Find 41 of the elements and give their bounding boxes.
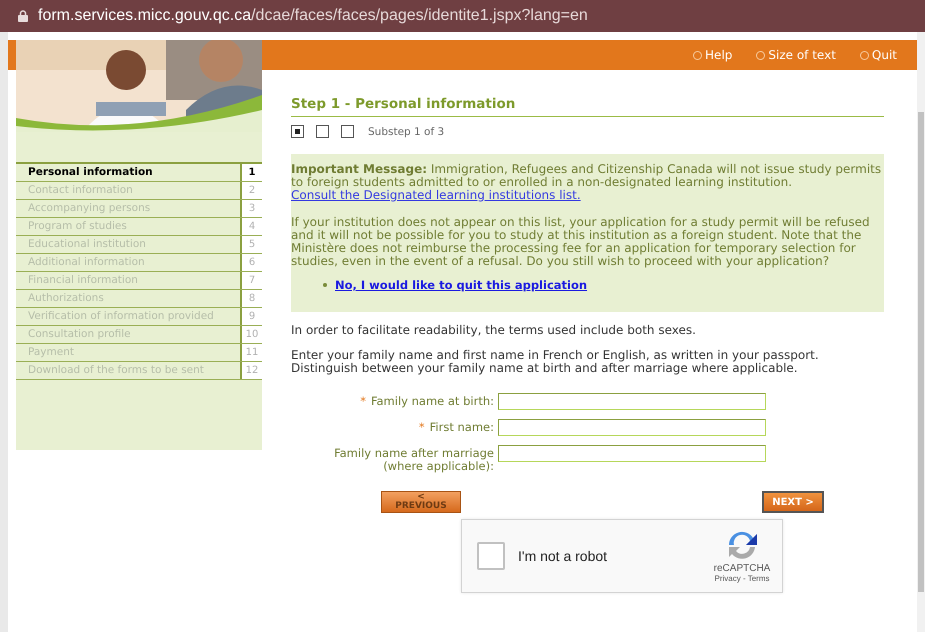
warning-text: If your institution does not appear on this list, your application for a study permit will be refused and it will not be possible for you to study at this institution as a foreign student. Note that the Ministère does not reimburse the processing fee for an application for temporary selection for studies, even in the event of a refusal. Do you still wish to proceed with your application? (291, 216, 871, 268)
step-number: 11 (240, 344, 262, 361)
step-number: 9 (240, 308, 262, 325)
field-label: Family name at birth: (370, 394, 494, 408)
step-number: 6 (240, 254, 262, 271)
designated-list-link[interactable]: Consult the Designated learning institutions list. (291, 188, 581, 202)
message-text: Important Message: Immigration, Refugees and Citizenship Canada will not issue study permits to foreign students admitted to or enrolled in a non-designated learning institution. Consult the Designated learning institutions list. (291, 163, 882, 202)
note-text: In order to facilitate readability, the terms used include both sexes. (291, 324, 697, 337)
terms-link[interactable]: Terms (748, 574, 770, 583)
recaptcha-brand: reCAPTCHA (714, 563, 770, 574)
field-label: First name: (430, 420, 494, 434)
input-field[interactable] (498, 393, 766, 410)
step-number: 1 (240, 164, 262, 181)
captcha-checkbox[interactable] (477, 542, 505, 570)
substep-label: Substep 1 of 3 (368, 126, 444, 138)
required-mark: * (418, 420, 425, 434)
step-number: 4 (240, 218, 262, 235)
step-number: 10 (240, 326, 262, 343)
step-number: 12 (240, 362, 262, 379)
step-number: 3 (240, 200, 262, 217)
step-number: 2 (240, 182, 262, 199)
captcha-label: I'm not a robot (518, 548, 608, 564)
step-number: 5 (240, 236, 262, 253)
step-heading: Step 1 - Personal information (291, 96, 884, 117)
header-link[interactable]: Quit (860, 48, 897, 62)
previous-button[interactable]: < PREVIOUS (381, 491, 461, 513)
quit-link[interactable]: No, I would like to quit this application (335, 278, 588, 292)
step-number: 7 (240, 272, 262, 289)
step-number: 8 (240, 290, 262, 307)
privacy-link[interactable]: Privacy (714, 574, 741, 583)
next-button[interactable]: NEXT > (762, 491, 824, 513)
input-field[interactable] (498, 419, 766, 436)
step-link[interactable]: Personal information (16, 164, 240, 181)
lock-icon (18, 10, 28, 22)
header-link[interactable]: Help (693, 48, 732, 62)
input-field[interactable] (498, 445, 766, 462)
note-text: Enter your family name and first name in French or English, as written in your passport. Distinguish between your family name at birth and after marriage where applicable. (291, 349, 820, 375)
header-link[interactable]: Size of text (756, 48, 836, 62)
required-mark: * (360, 394, 366, 408)
separator-text: - (742, 574, 746, 583)
field-label: Family name after marriage (where applicable): (334, 446, 494, 473)
